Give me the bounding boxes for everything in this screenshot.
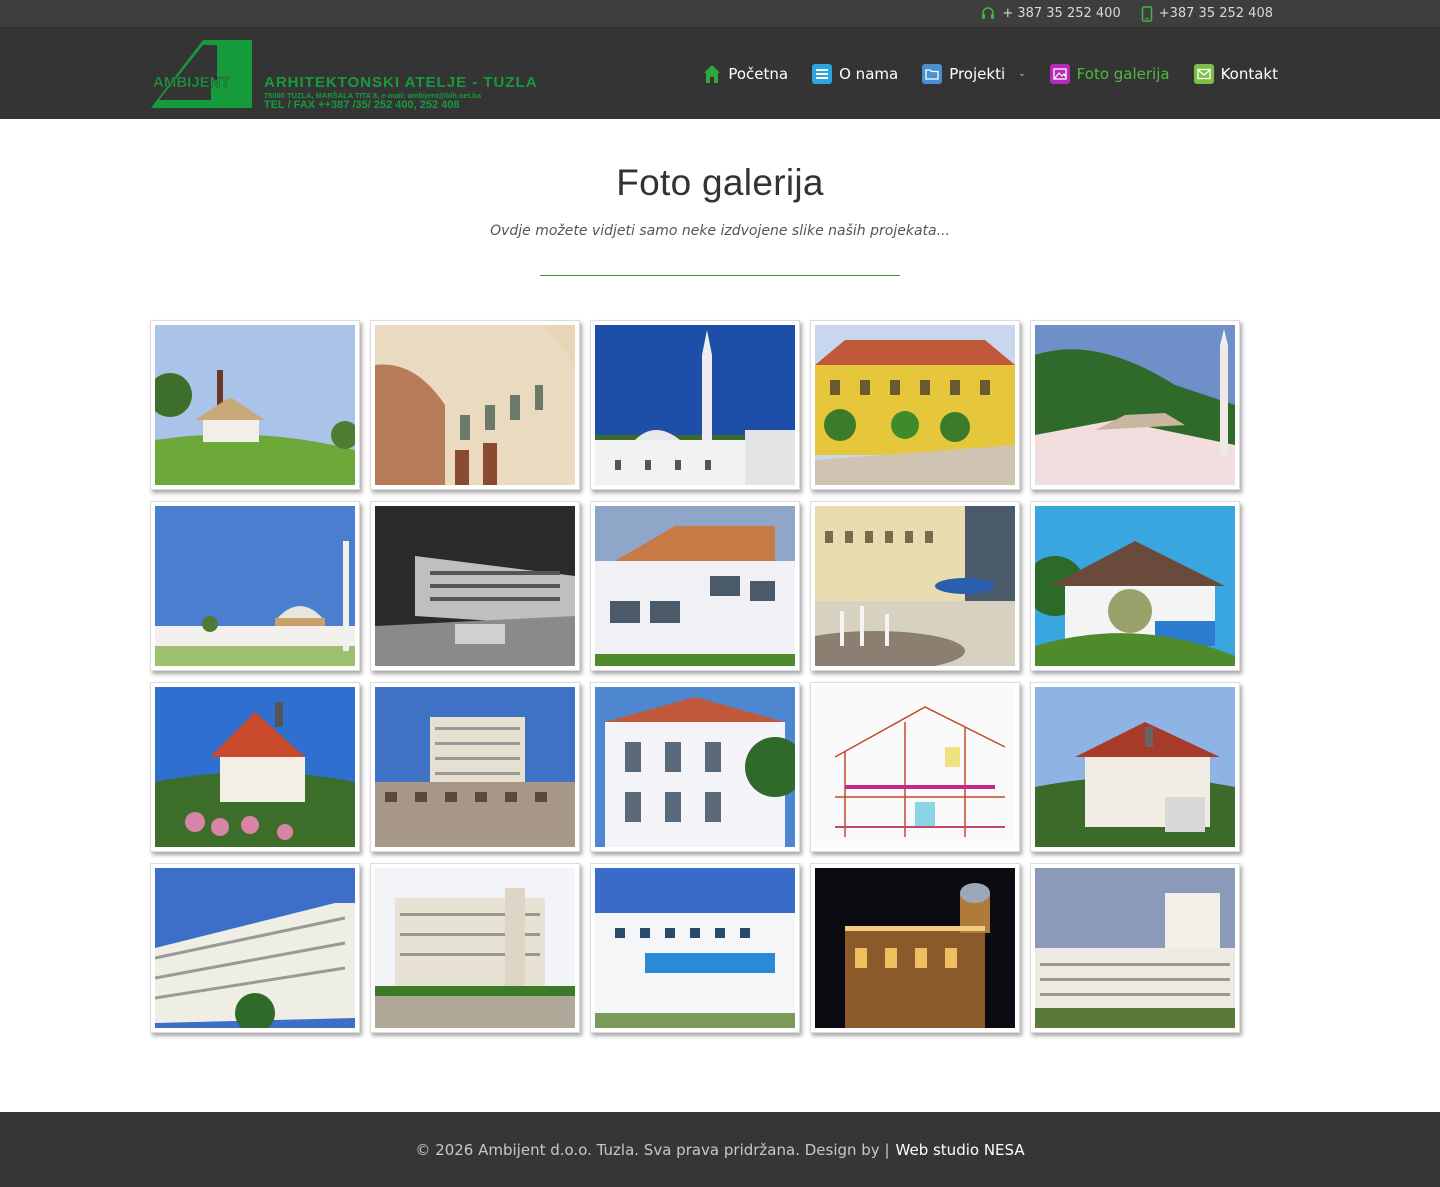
photo-mosque-hill <box>155 325 355 485</box>
nav-item-o-nama[interactable]: O nama <box>812 64 898 84</box>
footer-designer-link[interactable]: Web studio NESA <box>896 1141 1025 1159</box>
gallery-thumbnail[interactable] <box>810 501 1020 671</box>
nav-label-pocetna: Početna <box>728 65 789 83</box>
nav-item-projekti[interactable]: Projekti ⌄ <box>922 64 1026 84</box>
chevron-down-icon[interactable]: ⌄ <box>1018 69 1026 79</box>
photo-apartment-complex <box>375 868 575 1028</box>
photo-classic-villa <box>595 687 795 847</box>
nav-label-o-nama: O nama <box>839 65 899 83</box>
photo-red-roof-house <box>155 687 355 847</box>
phone-1-text: + 387 35 252 400 <box>1002 6 1121 21</box>
gallery-thumbnail[interactable] <box>810 863 1020 1033</box>
photo-bw-model <box>375 506 575 666</box>
gallery-thumbnail[interactable] <box>150 320 360 490</box>
photo-residential-block <box>155 868 355 1028</box>
photo-yellow-building <box>815 325 1015 485</box>
logo-name: AMBIJENT <box>153 74 230 91</box>
home-icon <box>704 65 721 83</box>
nav-label-projekti: Projekti <box>949 65 1006 83</box>
nav-item-pocetna[interactable]: Početna <box>703 64 788 84</box>
gallery-thumbnail[interactable] <box>590 501 800 671</box>
gallery-thumbnail[interactable] <box>370 320 580 490</box>
gallery-thumbnail[interactable] <box>810 682 1020 852</box>
gallery-thumbnail[interactable] <box>370 863 580 1033</box>
photo-hospital <box>595 868 795 1028</box>
gallery-thumbnail[interactable] <box>1030 682 1240 852</box>
contact-phone-2[interactable]: +387 35 252 408 <box>1141 5 1273 22</box>
photo-family-house <box>1035 687 1235 847</box>
phone-2-text: +387 35 252 408 <box>1158 6 1273 21</box>
folder-icon <box>922 64 943 84</box>
gallery-thumbnail[interactable] <box>1030 863 1240 1033</box>
logo-telfax: TEL / FAX ++387 /35/ 252 400, 252 408 <box>264 99 460 110</box>
title-divider <box>540 275 900 276</box>
mobile-phone-icon <box>1141 5 1152 22</box>
nav-label-kontakt: Kontakt <box>1220 65 1278 83</box>
ambijent-logo[interactable]: AMBIJENT ARHITEKTONSKI ATELJE - TUZLA 75… <box>151 40 573 110</box>
nav-item-foto-galerija[interactable]: Foto galerija <box>1049 64 1170 84</box>
gallery-thumbnail[interactable] <box>150 682 360 852</box>
gallery-thumbnail[interactable] <box>370 682 580 852</box>
photo-mosque-minaret <box>595 325 795 485</box>
gallery-thumbnail[interactable] <box>1030 501 1240 671</box>
contact-phone-1[interactable]: + 387 35 252 400 <box>980 6 1121 22</box>
photo-architectural-sketch <box>815 687 1015 847</box>
photo-city-square-fountain <box>815 506 1015 666</box>
site-header: AMBIJENT ARHITEKTONSKI ATELJE - TUZLA 75… <box>0 29 1440 119</box>
nav-label-foto-galerija: Foto galerija <box>1076 65 1170 83</box>
main-navigation: Početna O nama Projekti ⌄ Foto galerija <box>679 29 1278 119</box>
gallery-thumbnail[interactable] <box>370 501 580 671</box>
page-title: Foto galerija <box>616 162 824 203</box>
gallery-thumbnail[interactable] <box>590 320 800 490</box>
contact-info: + 387 35 252 400 +387 35 252 408 <box>980 0 1273 27</box>
photo-house-blue <box>1035 506 1235 666</box>
photo-mosque-white <box>155 506 355 666</box>
nav-item-kontakt[interactable]: Kontakt <box>1193 64 1278 84</box>
photo-hospital-towers <box>1035 868 1235 1028</box>
photo-white-orange-building <box>595 506 795 666</box>
image-icon <box>1049 64 1070 84</box>
photo-night-building <box>815 868 1015 1028</box>
gallery-thumbnail[interactable] <box>590 682 800 852</box>
headset-icon <box>982 6 995 19</box>
photo-mosque-hillside <box>1035 325 1235 485</box>
gallery-thumbnail[interactable] <box>150 863 360 1033</box>
mail-icon <box>1193 64 1214 84</box>
photo-tall-apartment <box>375 687 575 847</box>
site-footer: © 2026 Ambijent d.o.o. Tuzla. Sva prava … <box>0 1112 1440 1187</box>
gallery-thumbnail[interactable] <box>810 320 1020 490</box>
document-icon <box>812 64 833 84</box>
logo-tagline: ARHITEKTONSKI ATELJE - TUZLA <box>264 74 538 91</box>
top-contact-bar: + 387 35 252 400 +387 35 252 408 <box>0 0 1440 29</box>
footer-copyright: © 2026 Ambijent d.o.o. Tuzla. Sva prava … <box>415 1140 890 1159</box>
gallery-thumbnail[interactable] <box>150 501 360 671</box>
photo-building-facade <box>375 325 575 485</box>
gallery-thumbnail[interactable] <box>1030 320 1240 490</box>
gallery-thumbnail[interactable] <box>590 863 800 1033</box>
photo-gallery <box>150 320 1250 1033</box>
page-subtitle: Ovdje možete vidjeti samo neke izdvojene… <box>490 223 950 239</box>
